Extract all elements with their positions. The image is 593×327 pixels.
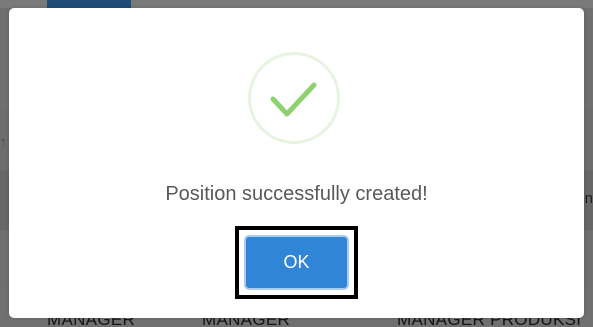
checkmark-icon xyxy=(270,82,317,117)
background-active-tab xyxy=(47,0,131,8)
ok-button-focus-outline: OK xyxy=(235,226,358,299)
background-sort-arrow-icon: ↑ xyxy=(0,134,7,149)
page-root: ↑ n MANAGER MANAGER MANAGER PRODUKSI Pos… xyxy=(0,0,593,327)
success-dialog: Position successfully created! OK xyxy=(9,8,584,318)
background-cell-text: n xyxy=(584,190,593,207)
dialog-message: Position successfully created! xyxy=(165,183,428,205)
success-checkmark-icon xyxy=(248,52,340,144)
ok-button[interactable]: OK xyxy=(244,235,349,290)
